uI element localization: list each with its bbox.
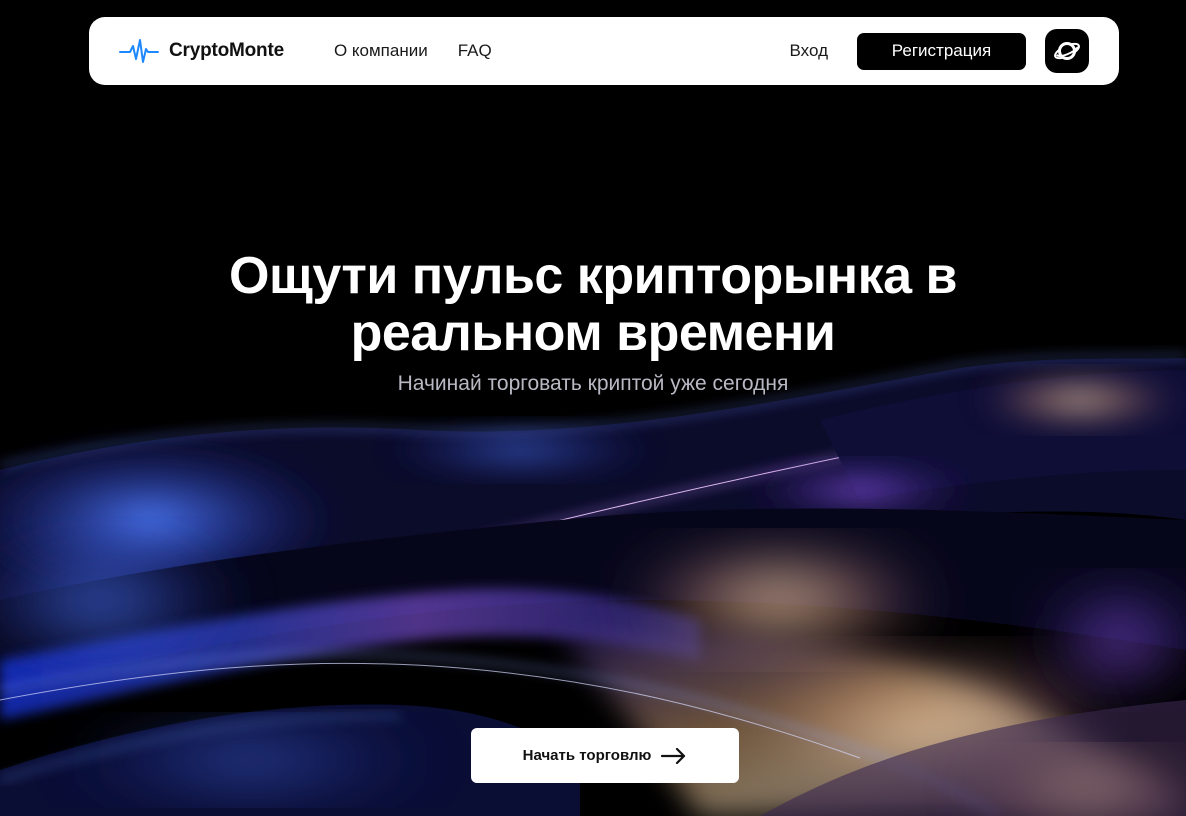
register-button[interactable]: Регистрация [857,32,1026,70]
login-link[interactable]: Вход [790,41,828,61]
nav-link-about[interactable]: О компании [334,41,428,61]
top-navbar: CryptoMonte О компании FAQ Вход Регистра… [89,17,1119,85]
nav-link-faq[interactable]: FAQ [458,41,492,61]
nav-links: О компании FAQ [334,41,492,61]
nav-actions: Вход Регистрация [790,29,1089,73]
pulse-icon [119,39,159,63]
start-trading-label: Начать торговлю [522,747,652,764]
start-trading-button[interactable]: Начать торговлю [471,728,739,783]
hero-subtitle: Начинай торговать криптой уже сегодня [397,372,789,395]
hero-title-line1: Ощути пульс крипторынка в [229,247,957,305]
page: CryptoMonte О компании FAQ Вход Регистра… [0,0,1186,816]
hero-ribbon-image [0,354,1186,816]
hero-title-line2: реальном времени [350,304,836,362]
planet-icon [1054,42,1080,60]
planet-button[interactable] [1045,29,1089,73]
hero-title: Ощути пульс крипторынка в реальном време… [0,248,1186,362]
arrow-right-icon [661,747,686,764]
brand-logo[interactable]: CryptoMonte [119,37,284,65]
brand-name: CryptoMonte [169,40,284,61]
